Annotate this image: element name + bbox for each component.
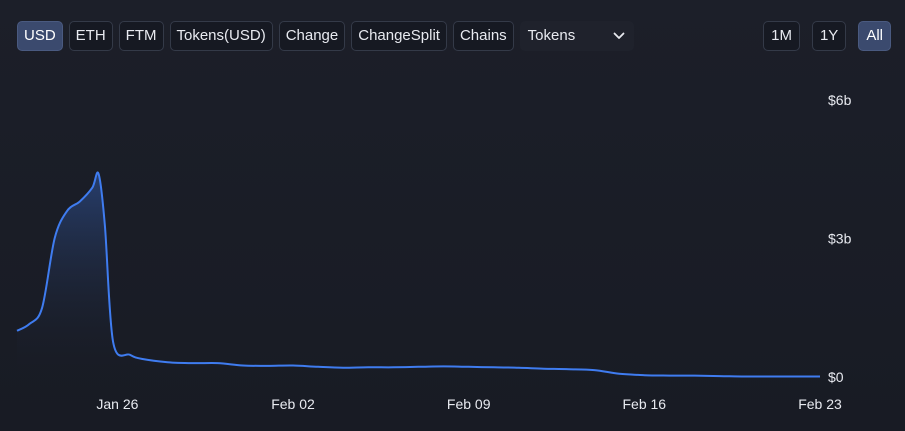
- x-tick-label: Feb 16: [623, 396, 667, 412]
- x-tick-label: Jan 26: [96, 396, 138, 412]
- y-tick-label: $6b: [828, 92, 852, 108]
- plot-area: [16, 171, 820, 378]
- x-tick-label: Feb 23: [798, 396, 842, 412]
- series-line: [16, 171, 820, 378]
- x-axis: Jan 26 Feb 02 Feb 09 Feb 16 Feb 23: [96, 396, 842, 412]
- tvl-area-chart: $0 $3b $6b Jan 26 Feb 02 Feb 09 Feb 16 Feb 23: [16, 92, 852, 412]
- series-area-fill: [17, 172, 820, 377]
- y-axis: $0 $3b $6b: [828, 92, 852, 385]
- chart-panel: USD ETH FTM Tokens(USD) Change ChangeSpl…: [0, 0, 905, 431]
- y-tick-label: $3b: [828, 231, 852, 247]
- y-tick-label: $0: [828, 369, 844, 385]
- x-tick-label: Feb 09: [447, 396, 491, 412]
- x-tick-label: Feb 02: [271, 396, 315, 412]
